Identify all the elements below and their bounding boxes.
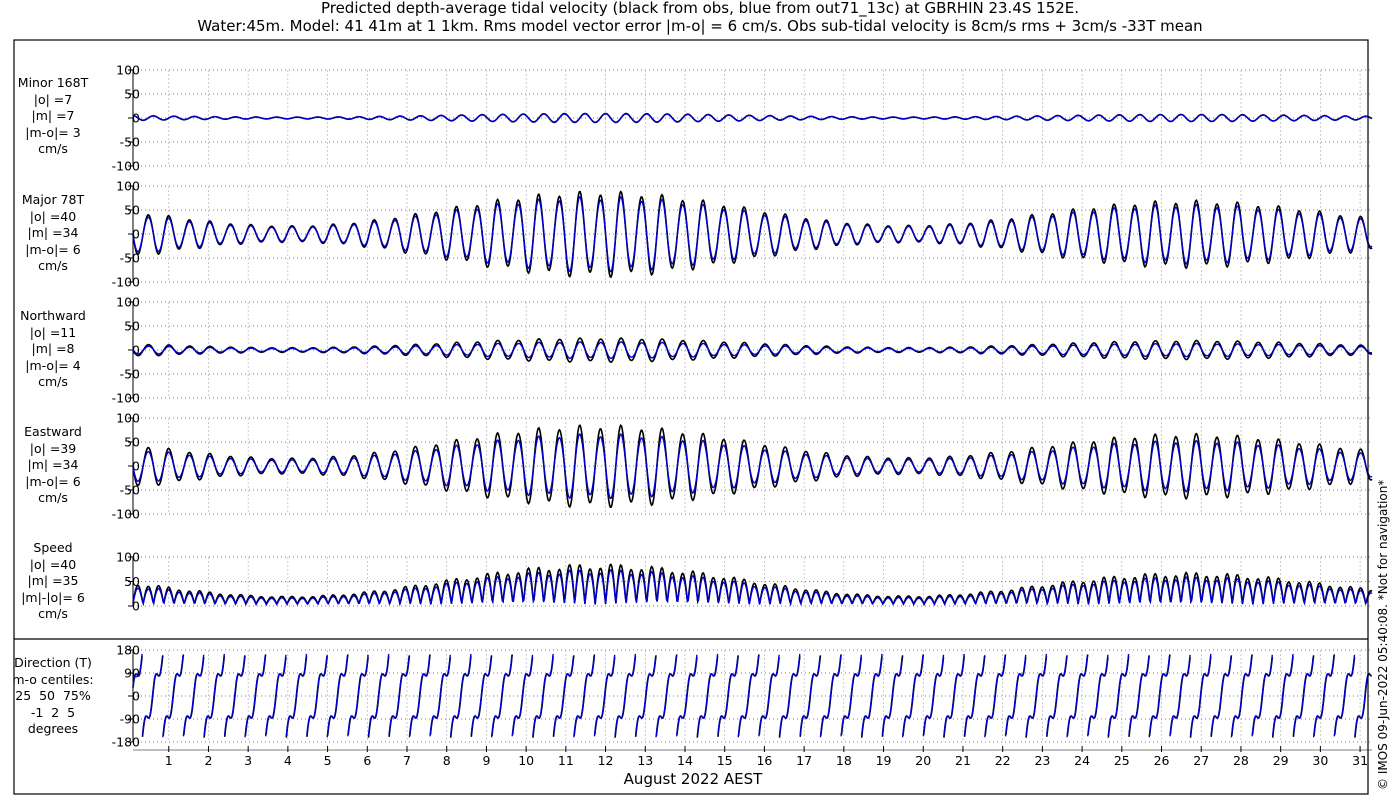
model-series xyxy=(132,433,1373,500)
y-tick-label: -50 xyxy=(120,135,140,150)
y-tick-label: 90 xyxy=(124,666,140,681)
x-tick-label: 20 xyxy=(915,753,931,768)
y-tick-label: 180 xyxy=(116,643,140,658)
y-tick-label: -100 xyxy=(112,391,140,406)
panel-label-northward: Northward |o| =11 |m| =8 |m-o|= 4 cm/s xyxy=(20,308,86,389)
x-tick-label: 6 xyxy=(363,753,371,768)
y-tick-label: -100 xyxy=(112,507,140,522)
x-tick-label: 31 xyxy=(1352,753,1368,768)
x-tick-label: 27 xyxy=(1193,753,1209,768)
x-tick-label: 7 xyxy=(403,753,411,768)
obs-series xyxy=(132,563,1373,607)
panel-label-eastward: Eastward |o| =39 |m| =34 |m-o|= 6 cm/s xyxy=(24,424,82,505)
y-tick-label: 50 xyxy=(124,319,140,334)
x-tick-label: 29 xyxy=(1273,753,1289,768)
figure-frame xyxy=(13,39,1369,795)
model-series xyxy=(132,113,1373,123)
y-tick-label: -100 xyxy=(112,159,140,174)
x-tick-label: 21 xyxy=(955,753,971,768)
x-axis-label: August 2022 AEST xyxy=(623,770,763,788)
y-tick-label: 50 xyxy=(124,435,140,450)
x-tick-label: 1 xyxy=(165,753,173,768)
panel-speed: 100500 xyxy=(116,550,1373,614)
x-tick-label: 4 xyxy=(284,753,292,768)
x-tick-label: 8 xyxy=(443,753,451,768)
y-tick-label: 100 xyxy=(116,63,140,78)
tidal-velocity-chart: 100500-50-100100500-50-100100500-50-1001… xyxy=(13,39,1373,795)
x-tick-label: 10 xyxy=(518,753,534,768)
x-tick-label: 30 xyxy=(1312,753,1328,768)
panel-eastward: 100500-50-100 xyxy=(112,411,1373,522)
y-tick-label: -100 xyxy=(112,275,140,290)
y-tick-label: 100 xyxy=(116,550,140,565)
copyright-notice: © IMOS 09-Jun-2022 05:40:08. *Not for na… xyxy=(1376,479,1390,790)
x-tick-label: 3 xyxy=(244,753,252,768)
panel-label-direction: Direction (T) m-o centiles: 25 50 75% -1… xyxy=(12,655,94,736)
x-tick-label: 22 xyxy=(995,753,1011,768)
x-tick-label: 17 xyxy=(796,753,812,768)
panel-label-speed: Speed |o| =40 |m| =35 |m|-|o|= 6 cm/s xyxy=(21,540,85,621)
panel-minor: 100500-50-100 xyxy=(112,63,1373,174)
panel-direction: 180900-90-180 xyxy=(112,643,1372,750)
x-tick-label: 14 xyxy=(677,753,693,768)
x-tick-label: 23 xyxy=(1034,753,1050,768)
x-tick-label: 26 xyxy=(1154,753,1170,768)
y-tick-label: -50 xyxy=(120,367,140,382)
model-direction-series xyxy=(132,653,1372,738)
y-tick-label: 100 xyxy=(116,411,140,426)
x-tick-label: 16 xyxy=(756,753,772,768)
x-tick-label: 2 xyxy=(204,753,212,768)
x-tick-label: 12 xyxy=(598,753,614,768)
x-tick-label: 15 xyxy=(717,753,733,768)
x-tick-label: 13 xyxy=(637,753,653,768)
model-series xyxy=(132,195,1373,273)
obs-series xyxy=(132,423,1373,509)
x-tick-label: 18 xyxy=(836,753,852,768)
x-tick-label: 11 xyxy=(558,753,574,768)
x-tick-label: 25 xyxy=(1114,753,1130,768)
y-tick-label: -180 xyxy=(112,735,140,750)
y-tick-label: -90 xyxy=(120,712,140,727)
x-tick-label: 19 xyxy=(876,753,892,768)
panel-label-major: Major 78T |o| =40 |m| =34 |m-o|= 6 cm/s xyxy=(21,192,85,273)
x-tick-label: 9 xyxy=(482,753,490,768)
panel-northward: 100500-50-100 xyxy=(112,295,1373,406)
x-tick-label: 28 xyxy=(1233,753,1249,768)
y-tick-label: 100 xyxy=(116,179,140,194)
y-tick-label: 100 xyxy=(116,295,140,310)
panel-label-minor: Minor 168T |o| =7 |m| =7 |m-o|= 3 cm/s xyxy=(17,75,89,156)
x-tick-label: 24 xyxy=(1074,753,1090,768)
panel-major: 100500-50-100 xyxy=(112,179,1373,290)
x-tick-label: 5 xyxy=(324,753,332,768)
y-tick-label: 50 xyxy=(124,574,140,589)
y-tick-label: 50 xyxy=(124,87,140,102)
y-tick-label: 50 xyxy=(124,203,140,218)
